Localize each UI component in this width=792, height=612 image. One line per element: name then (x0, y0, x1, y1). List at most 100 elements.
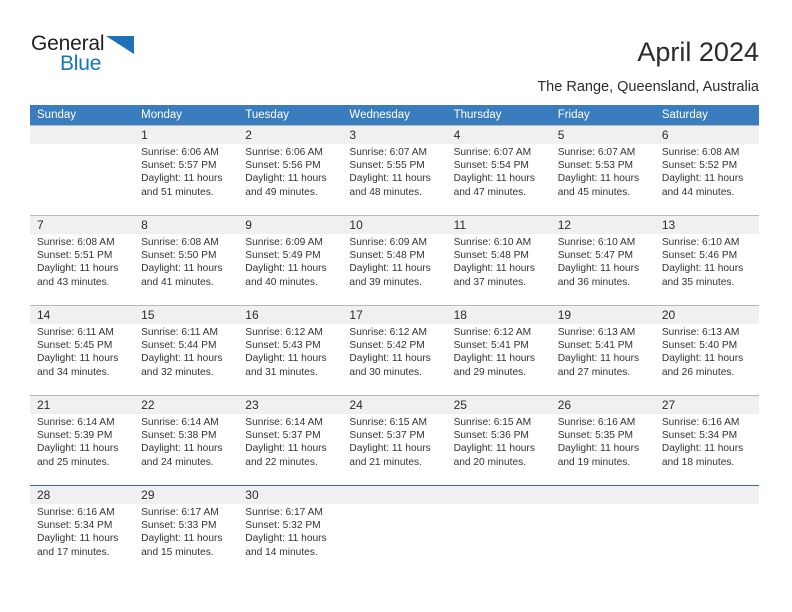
calendar-day-cell[interactable]: 26 Sunrise: 6:16 AM Sunset: 5:35 PM Dayligh… (550, 396, 655, 485)
logo-text-blue: Blue (60, 52, 102, 75)
day-number: 7 (37, 218, 44, 232)
calendar-day-cell[interactable]: 13 Sunrise: 6:10 AM Sunset: 5:46 PM Dayligh… (654, 216, 759, 305)
sunrise-text: Sunrise: 6:15 AM (349, 417, 428, 428)
calendar-day-cell[interactable]: 19 Sunrise: 6:13 AM Sunset: 5:41 PM Dayligh… (550, 306, 655, 395)
daylight-text: Daylight: 11 hours and 44 minutes. (661, 173, 747, 198)
daylight-text: Daylight: 11 hours and 32 minutes. (141, 353, 226, 378)
day-details: Sunrise: 6:15 AM Sunset: 5:36 PM Daylight:… (454, 416, 548, 469)
page-title: April 2024 (637, 37, 759, 67)
calendar-day-cell[interactable]: 5 Sunrise: 6:07 AM Sunset: 5:53 PM Daylight… (550, 126, 655, 215)
daylight-text: Daylight: 11 hours and 48 minutes. (349, 173, 434, 198)
sunset-text: Sunset: 5:44 PM (141, 340, 217, 352)
calendar-day-cell[interactable]: 4 Sunrise: 6:07 AM Sunset: 5:54 PM Daylight… (446, 126, 551, 215)
sunrise-text: Sunrise: 6:17 AM (141, 507, 219, 518)
calendar-day-cell[interactable]: 15 Sunrise: 6:11 AM Sunset: 5:44 PM Dayligh… (134, 306, 239, 395)
sunrise-text: Sunrise: 6:12 AM (453, 327, 532, 338)
daylight-text: Daylight: 11 hours and 39 minutes. (349, 263, 434, 288)
day-number-band (654, 126, 759, 144)
daylight-text: Daylight: 11 hours and 18 minutes. (661, 443, 747, 468)
weekday-header-tuesday: Tuesday (245, 109, 289, 121)
sunset-text: Sunset: 5:32 PM (245, 520, 321, 532)
week-cells: 7 Sunrise: 6:08 AM Sunset: 5:51 PM Daylight… (30, 216, 759, 305)
daylight-text: Daylight: 11 hours and 25 minutes. (37, 443, 122, 468)
calendar-day-cell[interactable]: 17 Sunrise: 6:12 AM Sunset: 5:42 PM Dayligh… (342, 306, 447, 395)
calendar-weeks: 1 Sunrise: 6:06 AM Sunset: 5:57 PM Daylight… (30, 125, 759, 575)
calendar-day-cell[interactable]: 7 Sunrise: 6:08 AM Sunset: 5:51 PM Daylight… (30, 216, 135, 305)
sunrise-text: Sunrise: 6:13 AM (661, 327, 740, 338)
calendar-day-cell[interactable]: 8 Sunrise: 6:08 AM Sunset: 5:50 PM Daylight… (134, 216, 239, 305)
calendar-day-cell[interactable]: 14 Sunrise: 6:11 AM Sunset: 5:45 PM Dayligh… (30, 306, 135, 395)
sunset-text: Sunset: 5:39 PM (37, 430, 113, 442)
day-number: 30 (245, 488, 259, 502)
sunset-text: Sunset: 5:54 PM (453, 160, 529, 172)
day-details: Sunrise: 6:16 AM Sunset: 5:34 PM Daylight:… (662, 416, 756, 469)
day-number: 5 (557, 128, 565, 142)
day-details: Sunrise: 6:17 AM Sunset: 5:33 PM Daylight:… (141, 506, 235, 559)
sunrise-text: Sunrise: 6:11 AM (37, 327, 114, 338)
calendar-day-cell[interactable]: 2 Sunrise: 6:06 AM Sunset: 5:56 PM Daylight… (238, 126, 343, 215)
calendar-day-cell[interactable]: 20 Sunrise: 6:13 AM Sunset: 5:40 PM Dayligh… (654, 306, 759, 395)
sunrise-text: Sunrise: 6:12 AM (349, 327, 428, 338)
sunset-text: Sunset: 5:36 PM (453, 430, 529, 442)
sunset-text: Sunset: 5:55 PM (349, 160, 425, 172)
calendar-day-cell[interactable]: 11 Sunrise: 6:10 AM Sunset: 5:48 PM Dayligh… (446, 216, 551, 305)
week-cells: 28 Sunrise: 6:16 AM Sunset: 5:34 PM Dayligh… (30, 486, 759, 575)
day-number: 11 (453, 218, 467, 232)
calendar-day-cell[interactable]: 23 Sunrise: 6:14 AM Sunset: 5:37 PM Dayligh… (238, 396, 343, 485)
calendar-day-cell[interactable]: 29 Sunrise: 6:17 AM Sunset: 5:33 PM Dayligh… (134, 486, 239, 575)
day-details: Sunrise: 6:07 AM Sunset: 5:54 PM Daylight:… (454, 146, 548, 199)
day-details: Sunrise: 6:13 AM Sunset: 5:41 PM Daylight:… (558, 326, 652, 379)
page-subtitle-location: The Range, Queensland, Australia (537, 79, 759, 95)
day-number-band (654, 486, 759, 504)
weekday-header-wednesday: Wednesday (349, 109, 410, 121)
calendar-day-cell[interactable]: 21 Sunrise: 6:14 AM Sunset: 5:39 PM Dayligh… (30, 396, 135, 485)
day-details: Sunrise: 6:11 AM Sunset: 5:45 PM Daylight:… (37, 326, 131, 379)
sunrise-text: Sunrise: 6:17 AM (245, 507, 323, 518)
weekday-header-sunday: Sunday (37, 109, 77, 121)
sunset-text: Sunset: 5:41 PM (557, 340, 634, 352)
day-number: 2 (245, 128, 252, 142)
calendar-day-cell[interactable]: 1 Sunrise: 6:06 AM Sunset: 5:57 PM Daylight… (134, 126, 239, 215)
calendar-day-cell-empty (30, 126, 135, 215)
sunset-text: Sunset: 5:35 PM (557, 430, 634, 442)
day-number: 4 (453, 128, 461, 142)
daylight-text: Daylight: 11 hours and 51 minutes. (141, 173, 226, 198)
calendar-day-cell[interactable]: 9 Sunrise: 6:09 AM Sunset: 5:49 PM Daylight… (238, 216, 343, 305)
calendar-day-cell[interactable]: 30 Sunrise: 6:17 AM Sunset: 5:32 PM Dayligh… (238, 486, 343, 575)
sunset-text: Sunset: 5:48 PM (453, 250, 529, 262)
calendar-day-cell[interactable]: 12 Sunrise: 6:10 AM Sunset: 5:47 PM Dayligh… (550, 216, 655, 305)
sunset-text: Sunset: 5:34 PM (37, 520, 113, 532)
calendar-day-cell[interactable]: 10 Sunrise: 6:09 AM Sunset: 5:48 PM Dayligh… (342, 216, 447, 305)
calendar-day-cell[interactable]: 16 Sunrise: 6:12 AM Sunset: 5:43 PM Dayligh… (238, 306, 343, 395)
sunset-text: Sunset: 5:41 PM (453, 340, 529, 352)
calendar-day-cell[interactable]: 25 Sunrise: 6:15 AM Sunset: 5:36 PM Dayligh… (446, 396, 551, 485)
calendar-day-cell[interactable]: 6 Sunrise: 6:08 AM Sunset: 5:52 PM Daylight… (654, 126, 759, 215)
sunset-text: Sunset: 5:38 PM (141, 430, 217, 442)
day-number: 10 (349, 218, 363, 232)
calendar-week-row: 28 Sunrise: 6:16 AM Sunset: 5:34 PM Dayligh… (30, 485, 759, 575)
calendar-day-cell-empty (342, 486, 447, 575)
day-details: Sunrise: 6:07 AM Sunset: 5:53 PM Daylight:… (558, 146, 652, 199)
daylight-text: Daylight: 11 hours and 15 minutes. (141, 533, 226, 558)
daylight-text: Daylight: 11 hours and 41 minutes. (141, 263, 226, 288)
daylight-text: Daylight: 11 hours and 17 minutes. (37, 533, 122, 558)
day-number: 13 (661, 218, 676, 232)
day-details: Sunrise: 6:12 AM Sunset: 5:41 PM Daylight:… (454, 326, 548, 379)
sunrise-text: Sunrise: 6:07 AM (453, 147, 532, 158)
calendar-day-cell[interactable]: 28 Sunrise: 6:16 AM Sunset: 5:34 PM Dayligh… (30, 486, 135, 575)
calendar-day-cell[interactable]: 24 Sunrise: 6:15 AM Sunset: 5:37 PM Dayligh… (342, 396, 447, 485)
day-number-band (134, 216, 239, 234)
daylight-text: Daylight: 11 hours and 45 minutes. (557, 173, 642, 198)
daylight-text: Daylight: 11 hours and 24 minutes. (141, 443, 226, 468)
general-blue-logo[interactable]: General Blue (31, 33, 221, 85)
sunset-text: Sunset: 5:37 PM (245, 430, 321, 442)
calendar-day-cell[interactable]: 18 Sunrise: 6:12 AM Sunset: 5:41 PM Dayligh… (446, 306, 551, 395)
calendar-day-cell[interactable]: 27 Sunrise: 6:16 AM Sunset: 5:34 PM Dayligh… (654, 396, 759, 485)
calendar-day-cell[interactable]: 22 Sunrise: 6:14 AM Sunset: 5:38 PM Dayligh… (134, 396, 239, 485)
day-details: Sunrise: 6:14 AM Sunset: 5:37 PM Daylight:… (245, 416, 339, 469)
sunset-text: Sunset: 5:52 PM (661, 160, 738, 172)
calendar-day-cell-empty (550, 486, 655, 575)
day-number: 1 (141, 128, 148, 142)
sunset-text: Sunset: 5:57 PM (141, 160, 217, 172)
calendar-day-cell[interactable]: 3 Sunrise: 6:07 AM Sunset: 5:55 PM Daylight… (342, 126, 447, 215)
